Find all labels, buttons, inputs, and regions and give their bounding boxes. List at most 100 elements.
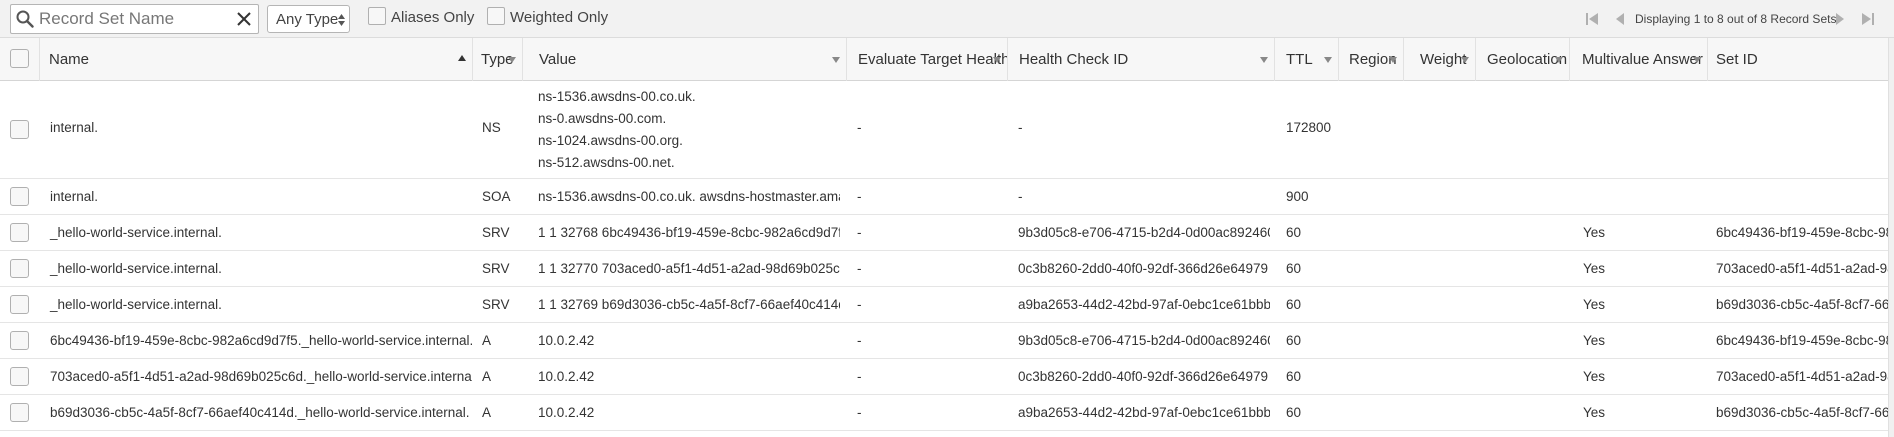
select-arrows-icon: [338, 14, 345, 26]
aliases-only-box[interactable]: [368, 7, 386, 26]
value-line: ns-512.awsdns-00.net.: [538, 155, 675, 170]
value-line: ns-1024.awsdns-00.org.: [538, 133, 683, 148]
weighted-only-checkbox[interactable]: Weighted Only: [487, 7, 608, 27]
cell-health-check-id: -: [1018, 120, 1023, 135]
column-menu-icon: [1389, 57, 1397, 63]
cell-set-id: 703aced0-a5f1-4d51-a2ad-98: [1716, 369, 1888, 384]
row-checkbox[interactable]: [10, 259, 29, 278]
cell-evaluate-target-health: -: [857, 369, 862, 384]
cell-value: 10.0.2.42: [538, 369, 595, 384]
cell-multivalue-answer: Yes: [1583, 297, 1606, 312]
column-menu-icon: [1461, 57, 1469, 63]
column-value-label: Value: [539, 51, 577, 68]
table-row[interactable]: 6bc49436-bf19-459e-8cbc-982a6cd9d7f5._he…: [0, 323, 1894, 359]
column-header-weight[interactable]: Weight: [1412, 38, 1476, 81]
weighted-only-box[interactable]: [487, 7, 505, 26]
cell-ttl: 60: [1286, 333, 1302, 348]
cell-ttl: 60: [1286, 369, 1302, 384]
row-checkbox[interactable]: [10, 367, 29, 386]
cell-ttl: 60: [1286, 261, 1302, 276]
select-all-checkbox[interactable]: [10, 49, 29, 68]
column-eval-label: Evaluate Target Health: [858, 51, 1008, 68]
cell-type: NS: [482, 120, 501, 135]
cell-set-id: 6bc49436-bf19-459e-8cbc-982: [1716, 333, 1888, 348]
value-line: ns-0.awsdns-00.com.: [538, 111, 667, 126]
column-menu-icon: [1555, 57, 1563, 63]
last-page-icon[interactable]: [1860, 11, 1876, 27]
column-header-evaluate-target-health[interactable]: Evaluate Target Health: [850, 38, 1008, 81]
table-row[interactable]: _hello-world-service.internal. SRV 1 1 3…: [0, 215, 1894, 251]
cell-value: ns-1536.awsdns-00.co.uk. awsdns-hostmast…: [538, 189, 840, 204]
record-set-name-input[interactable]: [37, 8, 232, 30]
first-page-icon[interactable]: [1584, 11, 1600, 27]
row-checkbox[interactable]: [10, 403, 29, 422]
cell-ttl: 60: [1286, 405, 1302, 420]
cell-value: 1 1 32769 b69d3036-cb5c-4a5f-8cf7-66aef4…: [538, 297, 840, 312]
cell-health-check-id: -: [1018, 189, 1023, 204]
cell-multivalue-answer: Yes: [1583, 405, 1606, 420]
cell-health-check-id: a9ba2653-44d2-42bd-97af-0ebc1ce61bbb: [1018, 297, 1270, 312]
cell-value: 10.0.2.42: [538, 405, 595, 420]
column-weight-label: Weight: [1420, 51, 1467, 68]
cell-value: ns-1536.awsdns-00.co.uk. ns-0.awsdns-00.…: [530, 86, 840, 174]
column-menu-icon: [832, 57, 840, 63]
column-header-value[interactable]: Value: [531, 38, 847, 81]
aliases-only-checkbox[interactable]: Aliases Only: [368, 7, 474, 27]
cell-multivalue-answer: Yes: [1583, 333, 1606, 348]
row-checkbox[interactable]: [10, 295, 29, 314]
table-row[interactable]: _hello-world-service.internal. SRV 1 1 3…: [0, 251, 1894, 287]
cell-ttl: 172800: [1286, 120, 1332, 135]
select-all-cell: [0, 38, 40, 81]
column-menu-icon: [1260, 57, 1268, 63]
cell-set-id: b69d3036-cb5c-4a5f-8cf7-66a: [1716, 405, 1888, 420]
table-row[interactable]: _hello-world-service.internal. SRV 1 1 3…: [0, 287, 1894, 323]
column-header-region[interactable]: Region: [1341, 38, 1404, 81]
table-row[interactable]: b69d3036-cb5c-4a5f-8cf7-66aef40c414d._he…: [0, 395, 1894, 431]
column-header-geolocation[interactable]: Geolocation: [1479, 38, 1570, 81]
cell-name: _hello-world-service.internal.: [50, 225, 222, 240]
cell-name: internal.: [50, 120, 99, 135]
cell-name: _hello-world-service.internal.: [50, 297, 222, 312]
clear-icon[interactable]: [235, 10, 253, 28]
row-checkbox[interactable]: [10, 187, 29, 206]
cell-health-check-id: 9b3d05c8-e706-4715-b2d4-0d00ac892460: [1018, 333, 1270, 348]
table-row[interactable]: internal. SOA ns-1536.awsdns-00.co.uk. a…: [0, 179, 1894, 215]
row-checkbox[interactable]: [10, 331, 29, 350]
cell-type: A: [482, 405, 492, 420]
column-header-type[interactable]: Type: [473, 38, 523, 81]
cell-health-check-id: 9b3d05c8-e706-4715-b2d4-0d00ac892460: [1018, 225, 1270, 240]
cell-name: _hello-world-service.internal.: [50, 261, 222, 276]
cell-name: 6bc49436-bf19-459e-8cbc-982a6cd9d7f5._he…: [50, 333, 472, 348]
cell-evaluate-target-health: -: [857, 189, 862, 204]
column-header-health-check-id[interactable]: Health Check ID: [1011, 38, 1275, 81]
row-checkbox[interactable]: [10, 223, 29, 242]
table-row[interactable]: 703aced0-a5f1-4d51-a2ad-98d69b025c6d._he…: [0, 359, 1894, 395]
column-menu-icon: [993, 57, 1001, 63]
cell-evaluate-target-health: -: [857, 120, 862, 135]
cell-value: 1 1 32768 6bc49436-bf19-459e-8cbc-982a6c…: [538, 225, 840, 240]
type-filter-select[interactable]: Any Type: [267, 5, 350, 33]
cell-name: 703aced0-a5f1-4d51-a2ad-98d69b025c6d._he…: [50, 369, 472, 384]
search-icon: [16, 10, 34, 28]
cell-set-id: 703aced0-a5f1-4d51-a2ad-98: [1716, 261, 1888, 276]
cell-evaluate-target-health: -: [857, 261, 862, 276]
previous-page-icon[interactable]: [1612, 11, 1628, 27]
cell-set-id: b69d3036-cb5c-4a5f-8cf7-66a: [1716, 297, 1888, 312]
cell-ttl: 60: [1286, 297, 1302, 312]
horizontal-scroll-edge[interactable]: [1888, 38, 1894, 437]
row-checkbox[interactable]: [10, 120, 29, 139]
column-header-ttl[interactable]: TTL: [1278, 38, 1339, 81]
column-header-multivalue-answer[interactable]: Multivalue Answer: [1574, 38, 1708, 81]
cell-evaluate-target-health: -: [857, 297, 862, 312]
column-health-label: Health Check ID: [1019, 51, 1129, 68]
column-setid-label: Set ID: [1716, 51, 1758, 68]
next-page-icon[interactable]: [1832, 11, 1848, 27]
column-menu-icon: [1693, 57, 1701, 63]
column-header-name[interactable]: Name: [41, 38, 473, 81]
cell-type: A: [482, 369, 492, 384]
filter-toolbar: Any Type Aliases Only Weighted Only Disp…: [0, 0, 1894, 38]
cell-type: SOA: [482, 189, 511, 204]
cell-type: A: [482, 333, 492, 348]
table-row[interactable]: internal. NS ns-1536.awsdns-00.co.uk. ns…: [0, 81, 1894, 179]
column-header-set-id[interactable]: Set ID: [1708, 38, 1888, 81]
